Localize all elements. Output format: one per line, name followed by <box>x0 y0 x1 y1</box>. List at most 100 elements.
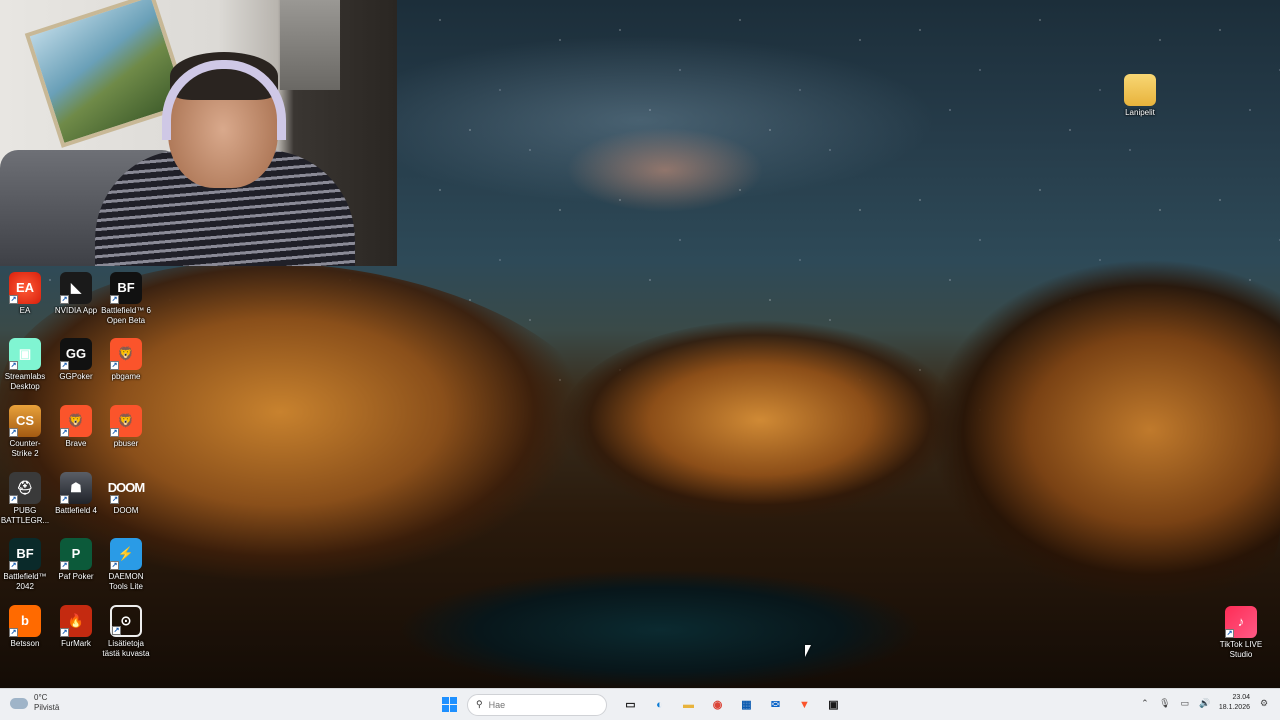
desktop-shortcut-label: DOOM <box>113 506 139 515</box>
desktop-shortcut-label: Paf Poker <box>58 572 94 581</box>
folder-label: Lanipelit <box>1125 108 1155 117</box>
weather-description: Pilvistä <box>34 703 60 712</box>
shortcut-arrow-icon: ↗ <box>112 626 121 635</box>
desktop-shortcut[interactable]: BF ↗ Battlefield™ 6 Open Beta <box>101 272 151 326</box>
desktop-shortcut[interactable]: 🔥 ↗ FurMark <box>51 605 101 649</box>
streamlabs-icon: ▣ ↗ <box>9 338 41 370</box>
desktop-shortcut[interactable]: ⚡ ↗ DAEMON Tools Lite <box>101 538 151 592</box>
shortcut-arrow-icon: ↗ <box>9 428 18 437</box>
shortcut-arrow-icon: ↗ <box>60 295 69 304</box>
clock-time: 23.04 <box>1232 694 1250 701</box>
nvidia-icon: ◣ ↗ <box>60 272 92 304</box>
taskbar: 0°C Pilvistä ⚲ ▭ ◐ ▬ ◉ ▦ ✉ ▼ ▣ ⌃ 🎙 ▭ 🔊 23.04 18.1.… <box>0 688 1280 720</box>
clock[interactable]: 23.04 18.1.2026 <box>1219 693 1250 713</box>
start-button[interactable] <box>438 693 461 716</box>
outlook-icon[interactable]: ✉ <box>764 693 787 716</box>
shortcut-arrow-icon: ↗ <box>60 361 69 370</box>
taskbar-search[interactable]: ⚲ <box>467 693 607 716</box>
shortcut-arrow-icon: ↗ <box>60 561 69 570</box>
tiktok-icon: ♪ ↗ <box>1225 606 1257 638</box>
desktop-shortcut[interactable]: 🦁 ↗ Brave <box>51 405 101 449</box>
desktop-shortcut[interactable]: ▣ ↗ Streamlabs Desktop <box>0 338 50 392</box>
brave-icon: 🦁 ↗ <box>110 338 142 370</box>
microsoft-store-icon[interactable]: ▦ <box>735 693 758 716</box>
streamlabs-taskbar-icon[interactable]: ▣ <box>822 693 845 716</box>
cloud-icon <box>10 697 28 709</box>
shortcut-arrow-icon: ↗ <box>1225 629 1234 638</box>
system-tray: ⌃ 🎙 ▭ 🔊 23.04 18.1.2026 ⚙ <box>1139 693 1270 713</box>
edge-icon[interactable]: ◐ <box>648 693 671 716</box>
display-icon[interactable]: ▭ <box>1179 697 1191 709</box>
betsson-icon: b ↗ <box>9 605 41 637</box>
weather-temperature: 0°C <box>34 693 48 702</box>
desktop-shortcut[interactable]: 🦁 ↗ pbgame <box>101 338 151 382</box>
desktop-shortcut-label: Battlefield™ 2042 <box>3 572 47 591</box>
desktop-shortcut-label: GGPoker <box>59 372 93 381</box>
desktop-shortcut[interactable]: ◣ ↗ NVIDIA App <box>51 272 101 316</box>
desktop-shortcut[interactable]: b ↗ Betsson <box>0 605 50 649</box>
task-view-icon[interactable]: ▭ <box>619 693 642 716</box>
shortcut-arrow-icon: ↗ <box>9 628 18 637</box>
cabinet <box>280 0 340 90</box>
chrome-icon[interactable]: ◉ <box>706 693 729 716</box>
desktop-shortcut-label: pbgame <box>111 372 141 381</box>
notification-icon[interactable]: ⚙ <box>1258 697 1270 709</box>
desktop-shortcut-label: DAEMON Tools Lite <box>108 572 144 591</box>
desktop-shortcut-label: Battlefield™ 6 Open Beta <box>101 306 151 325</box>
desktop-shortcut-label: FurMark <box>61 639 91 648</box>
paf-poker-icon: P ↗ <box>60 538 92 570</box>
desktop-shortcut-label: PUBG BATTLEGR... <box>0 506 50 525</box>
brave-icon: 🦁 ↗ <box>60 405 92 437</box>
desktop-shortcut-label: EA <box>19 306 31 315</box>
ea-icon: EA ↗ <box>9 272 41 304</box>
shortcut-arrow-icon: ↗ <box>60 628 69 637</box>
tray-icons: ⌃ 🎙 ▭ 🔊 <box>1139 697 1211 709</box>
desktop-shortcut[interactable]: GG ↗ GGPoker <box>51 338 101 382</box>
desktop-shortcut[interactable]: P ↗ Paf Poker <box>51 538 101 582</box>
desktop-shortcut[interactable]: ☗ ↗ Battlefield 4 <box>51 472 101 516</box>
pubg-icon: ⛑ ↗ <box>9 472 41 504</box>
desktop-shortcut-label: Brave <box>65 439 87 448</box>
chevron-up-icon[interactable]: ⌃ <box>1139 697 1151 709</box>
shortcut-arrow-icon: ↗ <box>9 361 18 370</box>
brave-taskbar-icon[interactable]: ▼ <box>793 693 816 716</box>
file-explorer-icon[interactable]: ▬ <box>677 693 700 716</box>
desktop-shortcut[interactable]: DOOM ↗ DOOM <box>101 472 151 516</box>
desktop-shortcut[interactable]: 🦁 ↗ pbuser <box>101 405 151 449</box>
shortcut-arrow-icon: ↗ <box>110 295 119 304</box>
desktop-folder-lanipelit[interactable]: Lanipelit <box>1115 74 1165 118</box>
battlefield4-icon: ☗ ↗ <box>60 472 92 504</box>
desktop-shortcut[interactable]: BF ↗ Battlefield™ 2042 <box>0 538 50 592</box>
desktop-shortcut[interactable]: EA ↗ EA <box>0 272 50 316</box>
desktop-shortcut[interactable]: ⊙ ↗ Lisätietoja tästä kuvasta <box>101 605 151 659</box>
clock-date: 18.1.2026 <box>1218 704 1250 711</box>
desktop-shortcut[interactable]: CS ↗ Counter-Strike 2 <box>0 405 50 459</box>
microphone-icon[interactable]: 🎙 <box>1159 697 1171 709</box>
rock-formation-right <box>900 240 1280 600</box>
shortcut-arrow-icon: ↗ <box>9 495 18 504</box>
shortcut-arrow-icon: ↗ <box>60 495 69 504</box>
shortcut-arrow-icon: ↗ <box>110 428 119 437</box>
doom-icon: DOOM ↗ <box>107 480 145 504</box>
desktop-shortcut-label: Counter-Strike 2 <box>9 439 41 458</box>
search-input[interactable] <box>488 699 589 710</box>
folder-icon <box>1124 74 1156 106</box>
ggpoker-icon: GG ↗ <box>60 338 92 370</box>
pinned-apps: ▭ ◐ ▬ ◉ ▦ ✉ ▼ ▣ <box>619 693 845 716</box>
webcam-overlay <box>0 0 397 266</box>
desktop-shortcut-label: Betsson <box>10 639 40 648</box>
windows-icon <box>442 697 457 712</box>
desktop-shortcut-tiktok[interactable]: ♪ ↗ TikTok LIVE Studio <box>1216 606 1266 660</box>
mouse-pointer-icon <box>805 645 811 657</box>
search-icon: ⚲ <box>476 699 483 709</box>
weather-widget[interactable]: 0°C Pilvistä <box>10 693 59 713</box>
battlefield6-icon: BF ↗ <box>110 272 142 304</box>
shortcut-arrow-icon: ↗ <box>9 561 18 570</box>
shortcut-arrow-icon: ↗ <box>110 495 119 504</box>
desktop-shortcut[interactable]: ⛑ ↗ PUBG BATTLEGR... <box>0 472 50 526</box>
info-camera-icon: ⊙ ↗ <box>110 605 142 637</box>
desktop-shortcut-label: Streamlabs Desktop <box>4 372 46 391</box>
speaker-icon[interactable]: 🔊 <box>1199 697 1211 709</box>
taskbar-center: ⚲ ▭ ◐ ▬ ◉ ▦ ✉ ▼ ▣ <box>438 693 845 716</box>
desktop-shortcut-label: pbuser <box>113 439 139 448</box>
